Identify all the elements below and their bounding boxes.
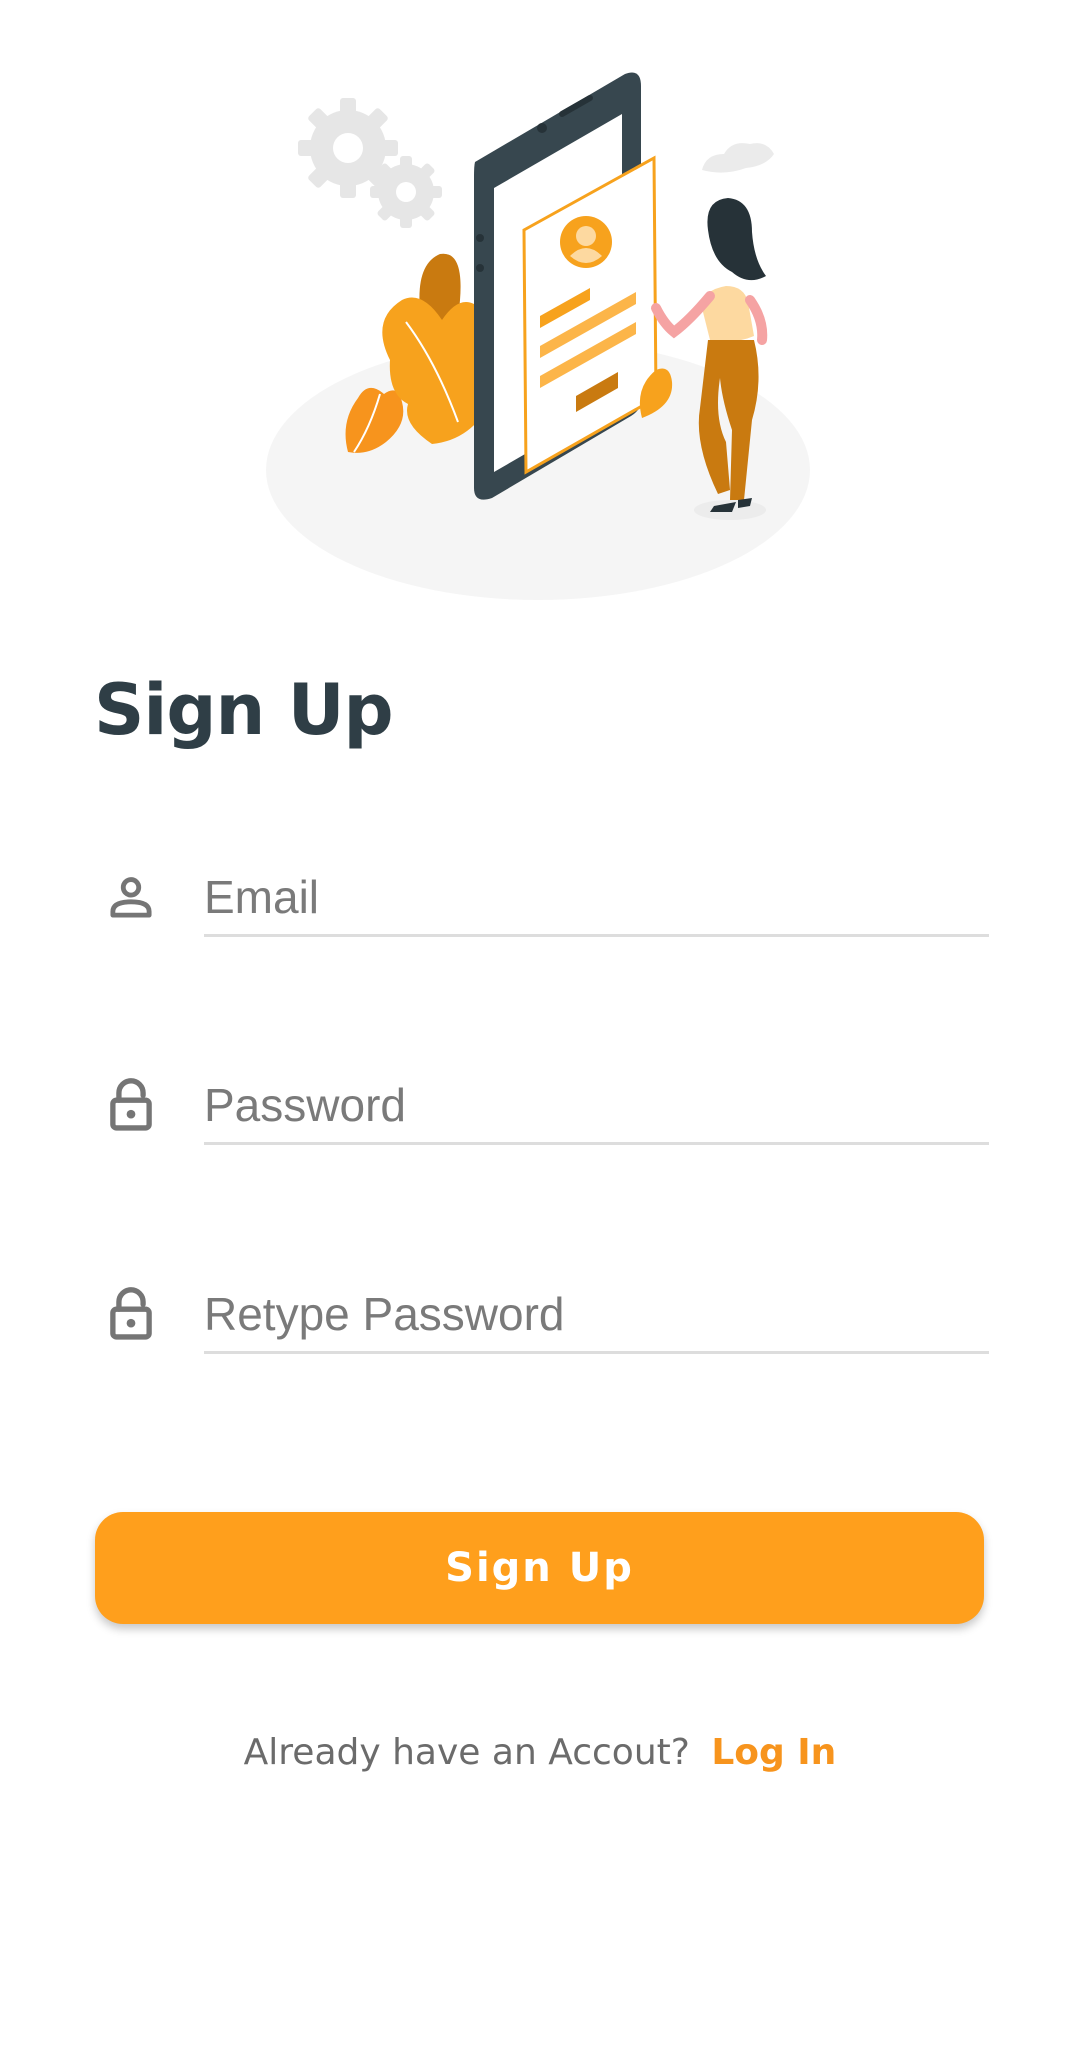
cloud-icon [702,143,774,173]
retype-password-row [94,1259,992,1369]
password-row [94,1050,992,1160]
login-prompt-text: Already have an Accout? [243,1732,690,1773]
person-icon [110,877,152,918]
lock-icon [110,1287,152,1340]
retype-password-input[interactable] [204,1279,989,1349]
password-input[interactable] [204,1070,989,1140]
sign-up-button[interactable]: Sign Up [95,1512,984,1624]
log-in-link[interactable]: Log In [711,1732,836,1773]
page-title: Sign Up [94,669,394,751]
signup-illustration [266,72,810,600]
login-prompt: Already have an Accout? Log In [0,1732,1080,1773]
gear-small-icon [370,156,442,228]
email-input[interactable] [204,862,989,932]
email-underline [204,934,989,937]
password-underline [204,1142,989,1145]
retype-password-underline [204,1351,989,1354]
email-row [94,842,992,952]
lock-icon [110,1078,152,1131]
